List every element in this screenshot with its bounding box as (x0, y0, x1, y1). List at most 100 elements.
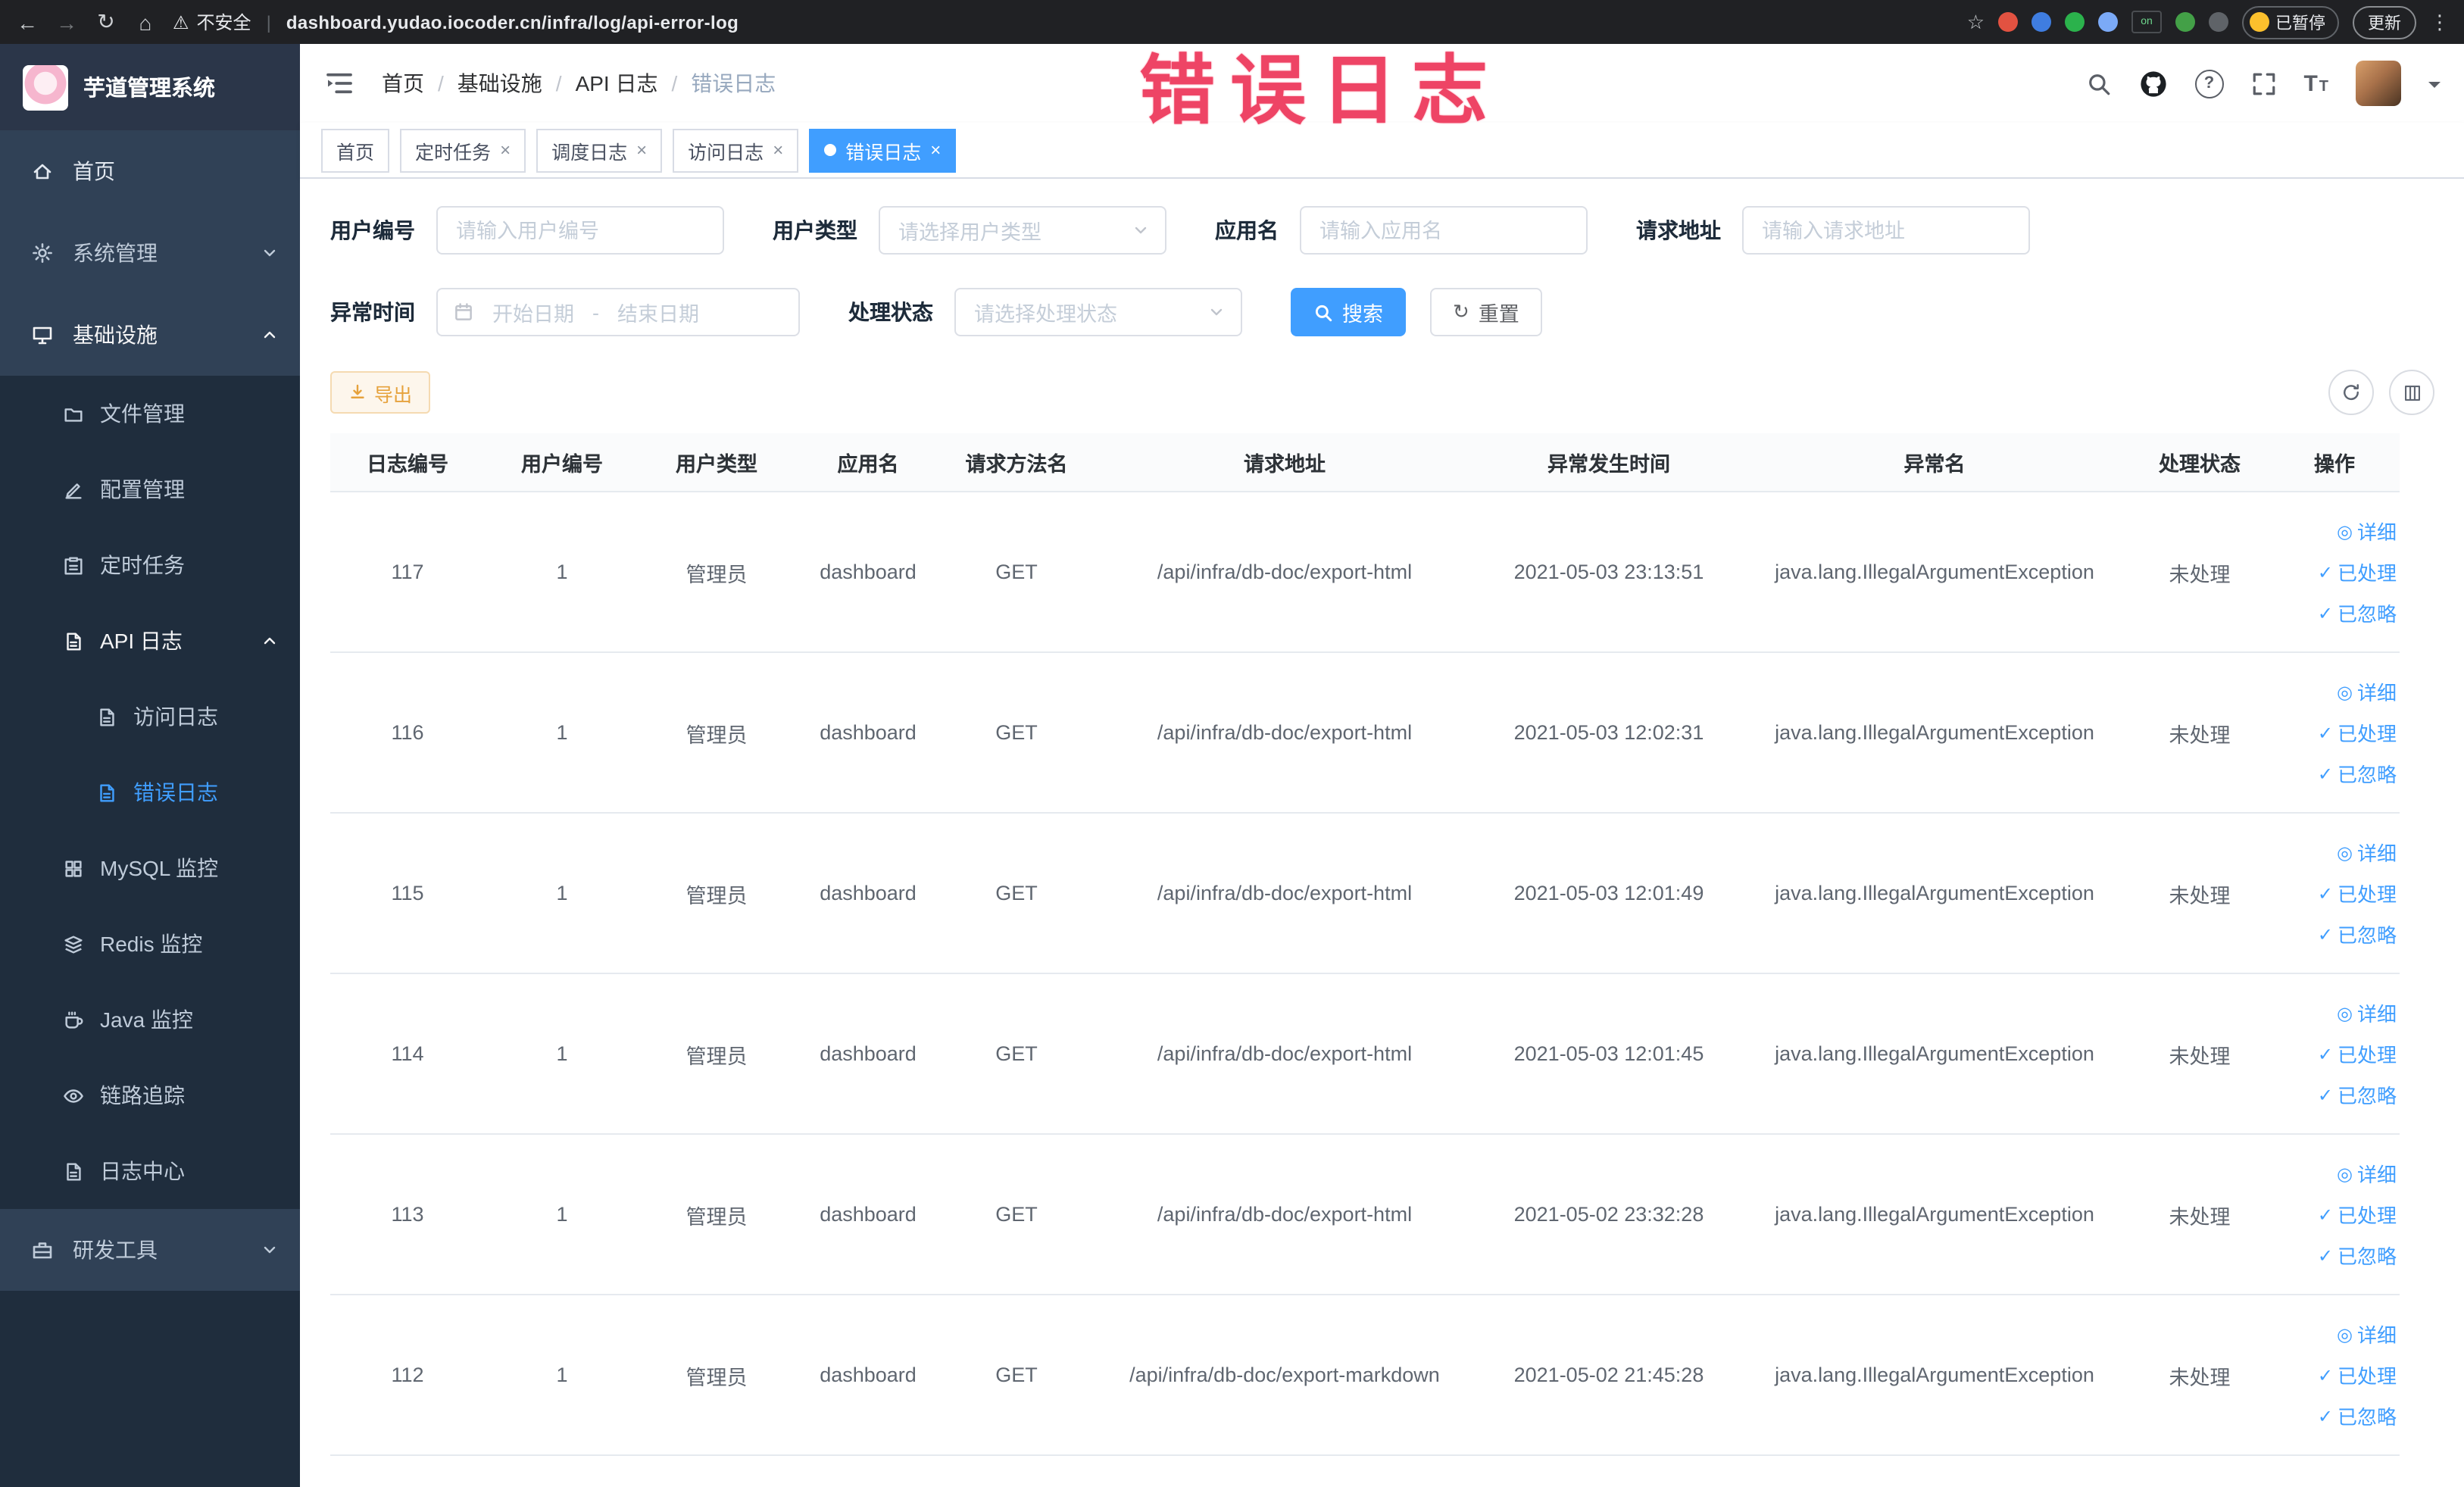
tab-job[interactable]: 定时任务 × (400, 128, 526, 172)
sidebar-item-java[interactable]: Java 监控 (0, 982, 300, 1057)
close-icon[interactable]: × (636, 141, 647, 159)
sidebar-item-dev-tools[interactable]: 研发工具 (0, 1209, 300, 1291)
chevron-down-icon (1210, 308, 1223, 316)
detail-link[interactable]: ◎ 详细 (2337, 1320, 2397, 1348)
processed-link[interactable]: ✓ 已处理 (2318, 718, 2397, 747)
processed-link[interactable]: ✓ 已处理 (2318, 558, 2397, 586)
tab-error-log[interactable]: 错误日志 × (809, 128, 957, 172)
sidebar-item-file[interactable]: 文件管理 (0, 376, 300, 451)
extension-blue-icon[interactable] (2031, 12, 2051, 32)
font-size-icon[interactable]: TT (2303, 72, 2328, 95)
sidebar-item-log-center[interactable]: 日志中心 (0, 1133, 300, 1209)
detail-link[interactable]: ◎ 详细 (2337, 517, 2397, 545)
tab-label: 调度日志 (551, 142, 628, 163)
extensions-puzzle-icon[interactable] (2209, 12, 2228, 32)
export-button[interactable]: 导出 (330, 371, 431, 414)
back-icon[interactable]: ← (15, 10, 39, 34)
user-type-select[interactable]: 请选择用户类型 (879, 206, 1166, 255)
chevron-down-icon (1135, 226, 1147, 234)
check-icon: ✓ (2317, 602, 2333, 623)
sidebar-item-access-log[interactable]: 访问日志 (0, 679, 300, 754)
column-header: 请求地址 (1244, 453, 1326, 476)
filter-app-name: 应用名 (1215, 206, 1588, 255)
eye-icon (64, 1089, 83, 1102)
tab-access-log[interactable]: 访问日志 × (673, 128, 799, 172)
cell-user-type: 管理员 (685, 1205, 748, 1228)
user-avatar[interactable] (2356, 61, 2401, 106)
table-row: 112 1 管理员 dashboard GET /api/infra/db-do… (330, 1295, 2400, 1456)
help-icon[interactable]: ? (2194, 69, 2224, 98)
browser-actions: ☆ on 已暂停 更新 ⋮ (1967, 5, 2450, 39)
github-icon[interactable] (2138, 69, 2167, 98)
ignored-link[interactable]: ✓ 已忽略 (2318, 1401, 2397, 1430)
processed-link[interactable]: ✓ 已处理 (2318, 879, 2397, 908)
sidebar-item-label: 访问日志 (133, 704, 218, 729)
app-name-input[interactable] (1300, 206, 1588, 255)
cell-status: 未处理 (2169, 1045, 2231, 1067)
user-id-input[interactable] (436, 206, 724, 255)
ignored-link[interactable]: ✓ 已忽略 (2318, 920, 2397, 948)
processed-link[interactable]: ✓ 已处理 (2318, 1200, 2397, 1229)
sidebar-item-system[interactable]: 系统管理 (0, 212, 300, 294)
address-url[interactable]: dashboard.yudao.iocoder.cn/infra/log/api… (286, 11, 739, 33)
sidebar-item-label: 研发工具 (73, 1238, 158, 1262)
reset-button[interactable]: ↻ 重置 (1430, 288, 1542, 336)
close-icon[interactable]: × (930, 141, 941, 159)
sidebar-item-config[interactable]: 配置管理 (0, 451, 300, 527)
breadcrumb-item[interactable]: 首页 (382, 68, 424, 98)
breadcrumb-item[interactable]: 基础设施 (458, 68, 542, 98)
forward-icon[interactable]: → (55, 10, 79, 34)
sidebar-item-infra[interactable]: 基础设施 (0, 294, 300, 376)
update-button[interactable]: 更新 (2353, 5, 2416, 39)
tab-schedule-log[interactable]: 调度日志 × (536, 128, 663, 172)
sidebar-item-error-log[interactable]: 错误日志 (0, 754, 300, 830)
ignored-link[interactable]: ✓ 已忽略 (2318, 759, 2397, 788)
processed-link[interactable]: ✓ 已处理 (2318, 1039, 2397, 1068)
extension-green-icon[interactable] (2065, 12, 2085, 32)
extension-on-icon[interactable]: on (2131, 11, 2162, 33)
reload-icon[interactable]: ↻ (94, 9, 118, 35)
sidebar-logo[interactable]: 芋道管理系统 (0, 44, 300, 130)
cell-user-type: 管理员 (685, 1045, 748, 1067)
sidebar-item-mysql[interactable]: MySQL 监控 (0, 830, 300, 906)
ignored-link[interactable]: ✓ 已忽略 (2318, 1080, 2397, 1109)
fullscreen-icon[interactable] (2250, 70, 2276, 96)
request-url-input[interactable] (1742, 206, 2030, 255)
sidebar-item-home[interactable]: 首页 (0, 130, 300, 212)
tab-home[interactable]: 首页 (321, 128, 390, 172)
hamburger-icon[interactable] (324, 68, 354, 98)
refresh-table-button[interactable] (2328, 370, 2374, 415)
sidebar-item-job[interactable]: 定时任务 (0, 527, 300, 603)
column-settings-button[interactable] (2389, 370, 2434, 415)
close-icon[interactable]: × (500, 141, 511, 159)
process-status-select[interactable]: 请选择处理状态 (954, 288, 1242, 336)
sidebar-item-redis[interactable]: Redis 监控 (0, 906, 300, 982)
detail-link[interactable]: ◎ 详细 (2337, 998, 2397, 1027)
security-chip[interactable]: ⚠ 不安全 (173, 9, 251, 35)
search-button[interactable]: 搜索 (1291, 288, 1406, 336)
date-range-picker[interactable]: 开始日期 - 结束日期 (436, 288, 800, 336)
bookmark-star-icon[interactable]: ☆ (1967, 10, 1985, 34)
sidebar-item-trace[interactable]: 链路追踪 (0, 1057, 300, 1133)
sidebar-item-api-log[interactable]: API 日志 (0, 603, 300, 679)
caret-down-icon[interactable] (2428, 81, 2441, 93)
extension-red-icon[interactable] (1998, 12, 2018, 32)
processed-link[interactable]: ✓ 已处理 (2318, 1360, 2397, 1389)
detail-link[interactable]: ◎ 详细 (2337, 838, 2397, 867)
browser-menu-icon[interactable]: ⋮ (2430, 10, 2450, 34)
extension-leaf-icon[interactable] (2175, 12, 2195, 32)
cell-url: /api/infra/db-doc/export-html (1157, 1042, 1413, 1065)
paused-chip[interactable]: 已暂停 (2242, 5, 2339, 39)
search-button-label: 搜索 (1342, 303, 1383, 326)
extension-grid-icon[interactable] (2098, 12, 2118, 32)
search-icon[interactable] (2085, 70, 2111, 96)
ignored-link[interactable]: ✓ 已忽略 (2318, 598, 2397, 627)
browser-home-icon[interactable]: ⌂ (133, 10, 158, 34)
main-area: 首页 / 基础设施 / API 日志 / 错误日志 ? TT 首页 定时任务 ×… (300, 44, 2464, 1487)
ignored-link[interactable]: ✓ 已忽略 (2318, 1241, 2397, 1270)
breadcrumb-item[interactable]: API 日志 (576, 68, 658, 98)
detail-link[interactable]: ◎ 详细 (2337, 1159, 2397, 1188)
close-icon[interactable]: × (773, 141, 783, 159)
document-icon (100, 708, 114, 726)
detail-link[interactable]: ◎ 详细 (2337, 677, 2397, 706)
